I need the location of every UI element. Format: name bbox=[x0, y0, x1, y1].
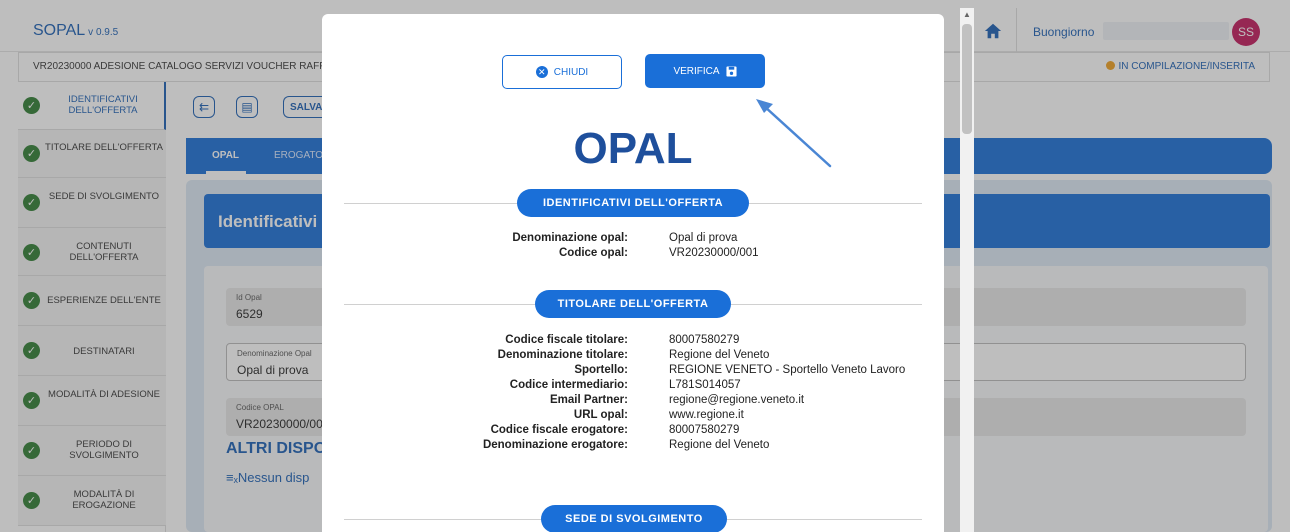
pointer-arrow-icon bbox=[756, 99, 832, 168]
page: SOPAL v 0.9.5 Buongiorno SS VR20230000 AD… bbox=[0, 0, 1290, 532]
